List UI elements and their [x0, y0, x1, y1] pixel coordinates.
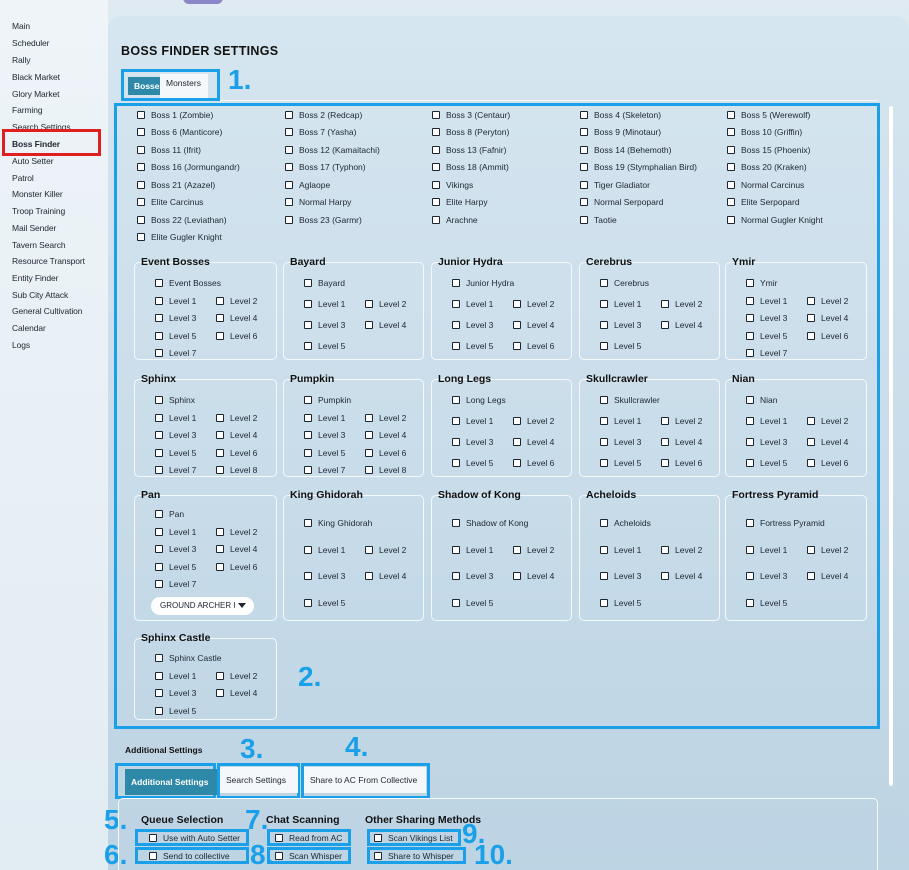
annotation-number: 4. — [345, 731, 369, 762]
sidebar-item-sub-city-attack[interactable]: Sub City Attack — [12, 290, 68, 300]
annotation-box — [121, 69, 220, 101]
sidebar-item-monster-killer[interactable]: Monster Killer — [12, 189, 63, 199]
unit-select-value: GROUND ARCHER I — [160, 601, 236, 610]
sidebar-item-resource-transport[interactable]: Resource Transport — [12, 256, 85, 266]
top-decoration — [183, 0, 223, 4]
sidebar-item-tavern-search[interactable]: Tavern Search — [12, 240, 66, 250]
sidebar-item-mail-sender[interactable]: Mail Sender — [12, 223, 56, 233]
annotation-box — [114, 103, 880, 729]
sidebar-item-troop-training[interactable]: Troop Training — [12, 206, 65, 216]
annotation-number: 2. — [298, 661, 322, 692]
annotation-number: 3. — [240, 733, 264, 764]
tab-search-settings[interactable]: Search Settings — [220, 767, 298, 793]
sidebar-item-black-market[interactable]: Black Market — [12, 72, 60, 82]
queue-selection-title: Queue Selection — [141, 814, 224, 826]
additional-settings-title: Additional Settings — [125, 745, 203, 755]
active-item-highlight — [2, 129, 101, 156]
chat-scanning-title: Chat Scanning — [266, 814, 340, 826]
additional-settings-frame — [118, 798, 878, 870]
annotation-number: 1. — [228, 64, 252, 95]
sidebar-item-rally[interactable]: Rally — [12, 55, 31, 65]
tab-divider — [210, 100, 878, 101]
sidebar-item-general-cultivation[interactable]: General Cultivation — [12, 306, 82, 316]
unit-type-select[interactable]: GROUND ARCHER I — [151, 597, 254, 615]
sidebar-item-auto-setter[interactable]: Auto Setter — [12, 156, 54, 166]
sidebar-item-entity-finder[interactable]: Entity Finder — [12, 273, 59, 283]
chevron-down-icon — [238, 603, 246, 608]
tab-share-to-ac[interactable]: Share to AC From Collective — [304, 767, 426, 793]
sidebar-item-scheduler[interactable]: Scheduler — [12, 38, 49, 48]
other-sharing-title: Other Sharing Methods — [365, 814, 482, 826]
tab-additional-settings[interactable]: Additional Settings — [125, 769, 217, 795]
scrollbar[interactable] — [889, 106, 893, 786]
sidebar-item-logs[interactable]: Logs — [12, 340, 30, 350]
sidebar-item-farming[interactable]: Farming — [12, 105, 43, 115]
sidebar-item-main[interactable]: Main — [12, 21, 30, 31]
page-title: BOSS FINDER SETTINGS — [121, 44, 279, 58]
sidebar-item-calendar[interactable]: Calendar — [12, 323, 46, 333]
sidebar-item-patrol[interactable]: Patrol — [12, 173, 34, 183]
sidebar-item-glory-market[interactable]: Glory Market — [12, 89, 60, 99]
